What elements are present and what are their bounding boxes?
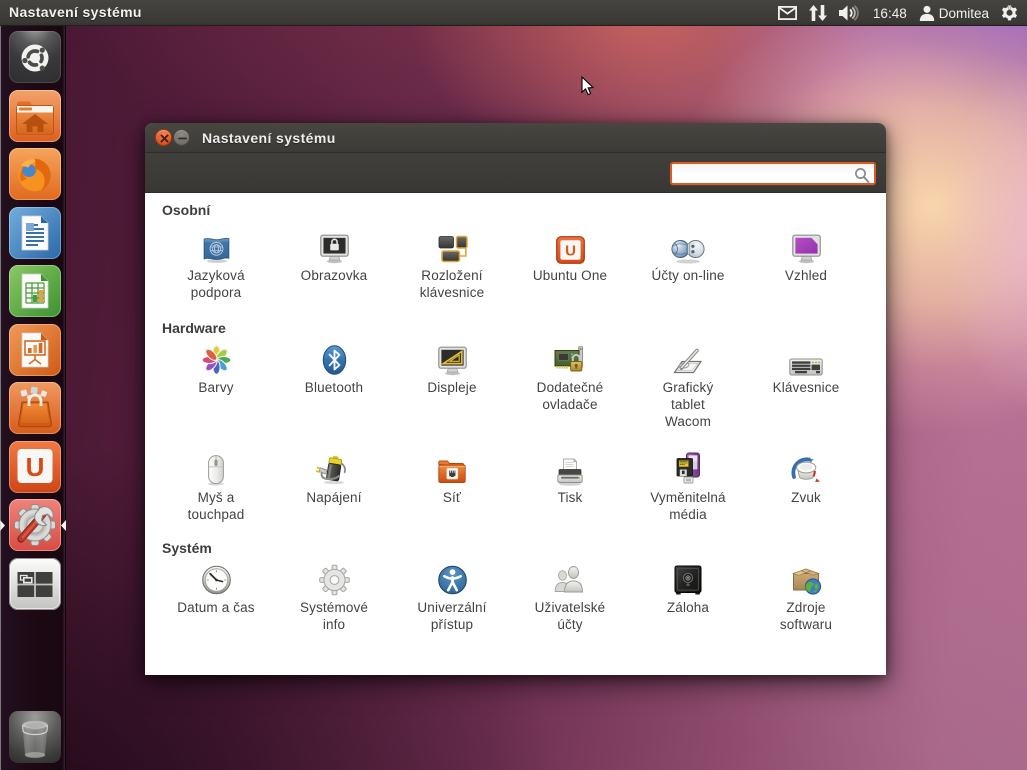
svg-text:U: U <box>565 242 576 259</box>
svg-text:U: U <box>26 452 45 482</box>
